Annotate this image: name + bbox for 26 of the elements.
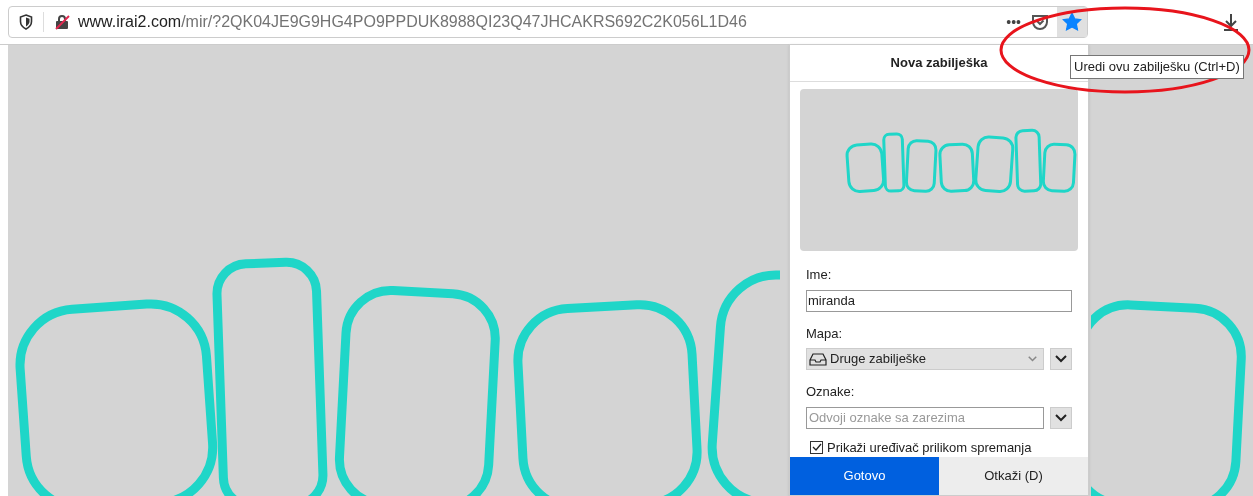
- tray-icon: [809, 352, 827, 366]
- show-editor-label: Prikaži uređivač prilikom spremanja: [827, 438, 1032, 457]
- folder-dropdown[interactable]: Druge zabilješke: [806, 348, 1044, 370]
- star-icon: [1062, 12, 1082, 32]
- insecure-lock-icon[interactable]: [54, 14, 70, 30]
- shield-icon[interactable]: [19, 14, 33, 30]
- tags-field[interactable]: Odvoji oznake sa zarezima: [806, 406, 1044, 429]
- done-button[interactable]: Gotovo: [790, 457, 939, 495]
- caret-icon: [1028, 355, 1037, 363]
- name-label: Ime:: [806, 266, 833, 284]
- pocket-icon[interactable]: [1031, 13, 1049, 31]
- expand-folders-button[interactable]: [1050, 348, 1072, 370]
- expand-tags-button[interactable]: [1050, 406, 1072, 429]
- chevron-down-icon: [1055, 413, 1067, 422]
- more-actions-button[interactable]: •••: [1006, 11, 1021, 33]
- panel-title: Nova zabilješka: [890, 54, 988, 73]
- url-text: www.irai2.com/mir/?2QK04JE9G9HG4PO9PPDUK8988QI23Q47JHCAKRS692C2K056L1D46: [78, 12, 747, 32]
- name-field[interactable]: miranda: [806, 289, 1072, 312]
- show-editor-checkbox[interactable]: [810, 440, 823, 454]
- tags-label: Oznake:: [806, 383, 856, 401]
- chevron-down-icon: [1055, 355, 1067, 363]
- cancel-button[interactable]: Otkaži (D): [939, 457, 1088, 495]
- address-bar[interactable]: www.irai2.com/mir/?2QK04JE9G9HG4PO9PPDUK8988QI23Q47JHCAKRS692C2K056L1D46 •••: [8, 6, 1088, 38]
- download-icon[interactable]: [1223, 13, 1239, 31]
- tooltip: Uredi ovu zabilješku (Ctrl+D): [1070, 55, 1244, 79]
- folder-label: Mapa:: [806, 324, 844, 343]
